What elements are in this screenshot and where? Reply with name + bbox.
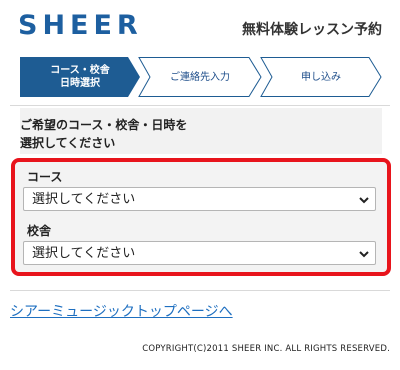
instruction-line2: 選択してください [20,136,116,150]
chevron-down-icon [359,197,369,204]
selection-form: コース 選択してください 校舎 選択してください [11,158,391,276]
step-label-line1: コース・校舎 [50,65,110,76]
step-course-school-datetime: コース・校舎 日時選択 [20,57,140,97]
divider [10,290,390,291]
school-label: 校舎 [27,224,52,238]
divider [10,105,390,106]
step-contact-info: ご連絡先入力 [138,57,262,97]
step-label: コース・校舎 日時選択 [50,64,110,90]
course-select[interactable]: 選択してください [23,187,376,211]
chevron-down-icon [359,251,369,258]
progress-steps: コース・校舎 日時選択 ご連絡先入力 申し込み [20,57,382,97]
course-select-value: 選択してください [32,192,136,207]
sheer-top-page-link[interactable]: シアーミュージックトップページへ [10,301,233,321]
course-label: コース [27,170,63,184]
sheer-logo[interactable]: SHEER [18,10,143,41]
instruction-text: ご希望のコース・校舎・日時を 選択してください [20,116,360,152]
instruction-line1: ご希望のコース・校舎・日時を [20,118,188,132]
step-apply: 申し込み [260,57,382,97]
step-label: 申し込み [301,71,341,83]
step-label-line2: 日時選択 [60,78,100,89]
school-select-value: 選択してください [32,246,136,261]
copyright: COPYRIGHT(C)2011 SHEER INC. ALL RIGHTS R… [142,344,390,354]
step-label: ご連絡先入力 [170,71,230,83]
school-select[interactable]: 選択してください [23,241,376,265]
header: SHEER 無料体験レッスン予約 [0,0,400,52]
page-title: 無料体験レッスン予約 [242,22,382,38]
